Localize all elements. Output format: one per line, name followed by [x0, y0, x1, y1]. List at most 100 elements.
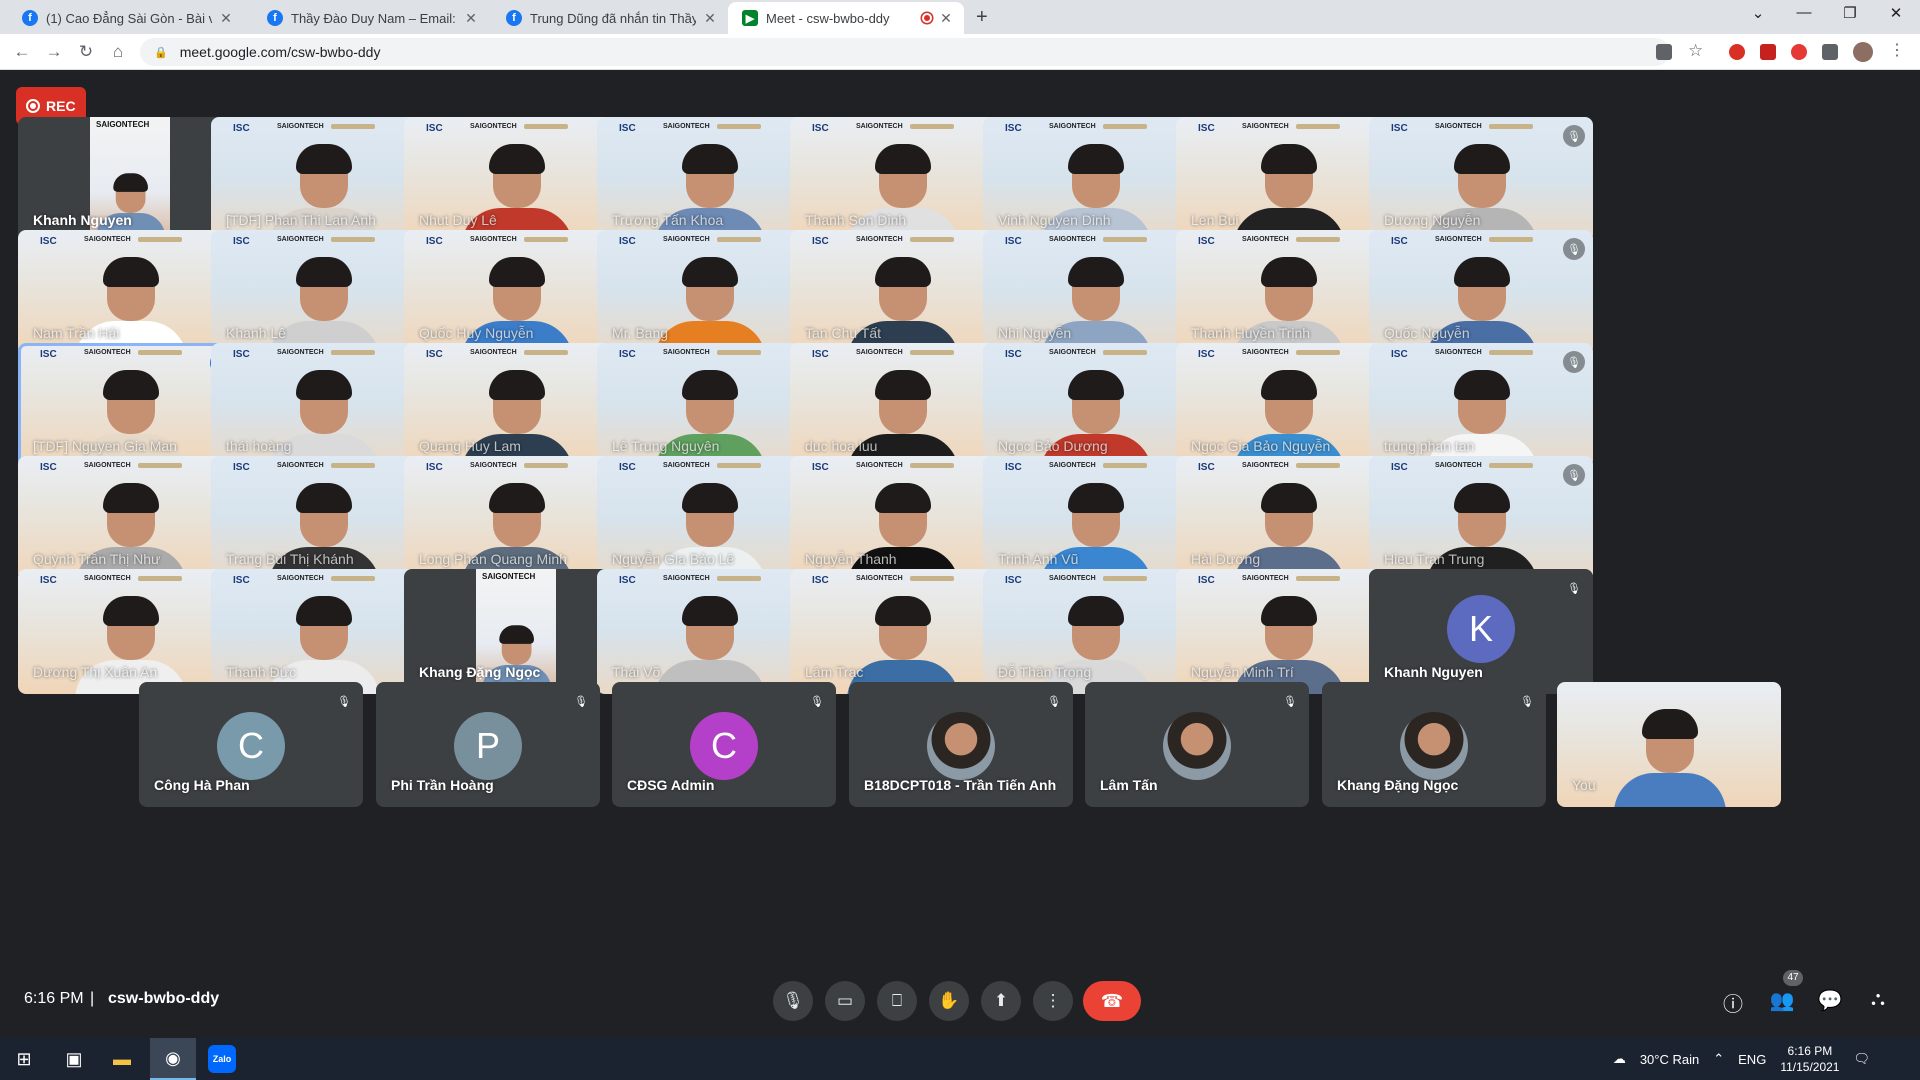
participant-tile[interactable]: ISCSAIGONTECH🎙Quang Huy Lam [404, 343, 628, 468]
forward-arrow-icon[interactable]: → [42, 42, 66, 62]
participant-tile[interactable]: C 🎙 Công Hà Phan [139, 682, 363, 807]
banner-logo [1489, 350, 1533, 355]
raise-hand-button[interactable]: ✋ [929, 981, 969, 1021]
profile-avatar[interactable] [1853, 42, 1873, 62]
adblock-extension-icon[interactable] [1791, 44, 1807, 60]
participant-tile[interactable]: P 🎙 Phi Trần Hoàng [376, 682, 600, 807]
weather-text[interactable]: 30°C Rain [1640, 1052, 1699, 1067]
more-menu-icon[interactable]: ⋮ [1889, 40, 1905, 59]
people-icon[interactable]: 👥 [1768, 988, 1796, 1013]
participant-tile[interactable]: ISC SAIGONTECH [TDF] Nguyen Gia Man [18, 343, 242, 468]
close-icon[interactable]: ✕ [938, 10, 954, 27]
home-icon[interactable]: ⌂ [106, 42, 130, 62]
maximize-button[interactable]: ❐ [1827, 4, 1873, 22]
browser-tab[interactable]: f Thầy Đào Duy Nam – Email: ddn ✕ [253, 2, 489, 34]
participant-tile[interactable]: ISCSAIGONTECH🎙duc hoa luu [790, 343, 1014, 468]
close-icon[interactable]: ✕ [218, 10, 234, 27]
camera-icon[interactable] [1656, 44, 1672, 60]
browser-tab-active[interactable]: ▶ Meet - csw-bwbo-ddy ✕ [728, 2, 964, 34]
reload-icon[interactable]: ↻ [74, 42, 98, 62]
isc-logo: ISC [1391, 349, 1408, 360]
browser-tab[interactable]: f (1) Cao Đẳng Sài Gòn - Bài viết | ✕ [8, 2, 244, 34]
participant-tile[interactable]: ISCSAIGONTECH🎙Nguyễn Minh Trí [1176, 569, 1400, 694]
self-view-tile[interactable]: You [1557, 682, 1781, 807]
participant-tile[interactable]: ISCSAIGONTECH🎙Lê Trung Nguyên [597, 343, 821, 468]
participant-tile[interactable]: ISCSAIGONTECH🎙Quốc Huy Nguyễn [404, 230, 628, 355]
participant-tile[interactable]: ISCSAIGONTECH🎙Dương Thị Xuân An [18, 569, 242, 694]
back-arrow-icon[interactable]: ← [10, 42, 34, 62]
participant-video [847, 592, 959, 694]
participant-tile[interactable]: ISCSAIGONTECH🎙Nguyễn Gia Bảo Lê [597, 456, 821, 581]
language-indicator[interactable]: ENG [1738, 1052, 1766, 1067]
participant-tile[interactable]: ISCSAIGONTECH🎙Nhi Nguyễn [983, 230, 1207, 355]
bookmark-star-icon[interactable]: ☆ [1688, 41, 1704, 60]
participant-tile[interactable]: ISCSAIGONTECH🎙Ngọc Bảo Dương [983, 343, 1207, 468]
participant-tile[interactable]: K 🎙 Khanh Nguyen [1369, 569, 1593, 694]
more-options-button[interactable]: ⋮ [1033, 981, 1073, 1021]
participant-tile[interactable]: ISCSAIGONTECH🎙Nam Trần Hải [18, 230, 242, 355]
saigontech-logo: SAIGONTECH [96, 120, 150, 129]
participant-tile[interactable]: ISCSAIGONTECH🎙Long Phan Quang Minh [404, 456, 628, 581]
participant-tile[interactable]: ISC SAIGONTECH 🎙 Quốc Nguyễn [1369, 230, 1593, 355]
tab-search-icon[interactable]: ⌄ [1735, 4, 1781, 22]
participant-tile[interactable]: ISCSAIGONTECH🎙Quỳnh Trần Thị Như [18, 456, 242, 581]
isc-logo: ISC [233, 123, 250, 134]
participant-tile[interactable]: ISCSAIGONTECH🎙Ngọc Gia Bảo Nguyễn [1176, 343, 1400, 468]
participant-tile[interactable]: C 🎙 CĐSG Admin [612, 682, 836, 807]
leave-call-button[interactable]: ☎ [1083, 981, 1141, 1021]
participant-tile[interactable]: ISCSAIGONTECH🎙Trương Tấn Khoa [597, 117, 821, 242]
participant-tile[interactable]: ISCSAIGONTECH🎙Khanh Lê [211, 230, 435, 355]
present-screen-button[interactable]: ⬆ [981, 981, 1021, 1021]
participant-tile[interactable]: ISCSAIGONTECH🎙Trinh Anh Vũ [983, 456, 1207, 581]
participant-tile[interactable]: ISCSAIGONTECH🎙Nguyễn Thanh [790, 456, 1014, 581]
browser-tab[interactable]: f Trung Dũng đã nhắn tin Thầy Hùng ✕ [492, 2, 728, 34]
participant-tile[interactable]: SAIGONTECH🎙Khanh Nguyen [18, 117, 242, 242]
participant-tile[interactable]: ISCSAIGONTECH🎙Thanh Đức [211, 569, 435, 694]
url-bar[interactable]: 🔒 meet.google.com/csw-bwbo-ddy [140, 38, 1670, 66]
clock-date[interactable]: 6:16 PM 11/15/2021 [1780, 1043, 1839, 1075]
participant-tile[interactable]: ISCSAIGONTECH🎙Vinh Nguyen Dinh [983, 117, 1207, 242]
participant-tile[interactable]: ISCSAIGONTECH🎙Trang Bùi Thị Khánh [211, 456, 435, 581]
participant-tile[interactable]: ISCSAIGONTECH🎙Thái Võ [597, 569, 821, 694]
participant-tile[interactable]: ISC SAIGONTECH 🎙 Hieu Tran Trung [1369, 456, 1593, 581]
microphone-button[interactable]: 🎙 [773, 981, 813, 1021]
notification-icon[interactable]: 🗨 [1853, 1051, 1870, 1067]
participant-tile[interactable]: ISCSAIGONTECH🎙Len Bui [1176, 117, 1400, 242]
close-icon[interactable]: ✕ [463, 10, 479, 27]
participant-tile[interactable]: ISCSAIGONTECH🎙[TDF] Phan Thi Lan Anh [211, 117, 435, 242]
participant-tile[interactable]: ISCSAIGONTECH🎙Thanh Son Dinh [790, 117, 1014, 242]
participant-tile[interactable]: ISCSAIGONTECH🎙Mr. Bang [597, 230, 821, 355]
participant-tile[interactable]: ISCSAIGONTECH🎙Lâm Trạc [790, 569, 1014, 694]
chrome-taskbar-icon[interactable]: ◉ [150, 1038, 196, 1080]
participant-tile[interactable]: ISCSAIGONTECH🎙Thanh Huyền Trịnh [1176, 230, 1400, 355]
participant-tile[interactable]: ISCSAIGONTECH🎙Đỗ Thân Trọng [983, 569, 1207, 694]
participant-tile[interactable]: ISCSAIGONTECH🎙Hải Dương [1176, 456, 1400, 581]
meeting-info-icon[interactable]: ⓘ [1719, 988, 1747, 1017]
participant-tile[interactable]: ISCSAIGONTECH🎙Tan Chu Tất [790, 230, 1014, 355]
zalo-icon[interactable]: Zalo [208, 1045, 236, 1073]
minimize-button[interactable]: — [1781, 4, 1827, 21]
participant-tile[interactable]: 🎙 Lâm Tấn [1085, 682, 1309, 807]
opera-extension-icon[interactable] [1729, 44, 1745, 60]
chevron-up-icon[interactable]: ⌃ [1713, 1051, 1724, 1067]
chat-icon[interactable]: 💬 [1816, 988, 1844, 1013]
weather-icon[interactable]: ☁ [1613, 1051, 1626, 1067]
close-window-button[interactable]: ✕ [1873, 4, 1919, 22]
activities-icon[interactable]: ⛬ [1864, 988, 1892, 1011]
participant-tile[interactable]: ISC SAIGONTECH 🎙 trung phan tan [1369, 343, 1593, 468]
participant-tile[interactable]: SAIGONTECH🎙Khang Đặng Ngọc [404, 569, 628, 694]
participant-tile[interactable]: 🎙 B18DCPT018 - Trần Tiến Anh [849, 682, 1073, 807]
recorder-extension-icon[interactable] [1760, 44, 1776, 60]
desktop-shortcut-icon[interactable]: ▣ [60, 1045, 88, 1073]
close-icon[interactable]: ✕ [702, 10, 718, 27]
extensions-puzzle-icon[interactable] [1822, 44, 1838, 60]
file-explorer-icon[interactable]: ▬ [108, 1045, 136, 1073]
camera-button[interactable]: ▭ [825, 981, 865, 1021]
participant-tile[interactable]: ISCSAIGONTECH🎙Nhut Duy Lê [404, 117, 628, 242]
participant-tile[interactable]: ISC SAIGONTECH 🎙 Dương Nguyễn [1369, 117, 1593, 242]
captions-button[interactable]: ⎕ [877, 981, 917, 1021]
participant-tile[interactable]: ISCSAIGONTECH🎙thái hoàng [211, 343, 435, 468]
windows-start-icon[interactable]: ⊞ [10, 1045, 38, 1073]
new-tab-button[interactable]: + [976, 6, 988, 29]
participant-tile[interactable]: 🎙 Khang Đặng Ngọc [1322, 682, 1546, 807]
